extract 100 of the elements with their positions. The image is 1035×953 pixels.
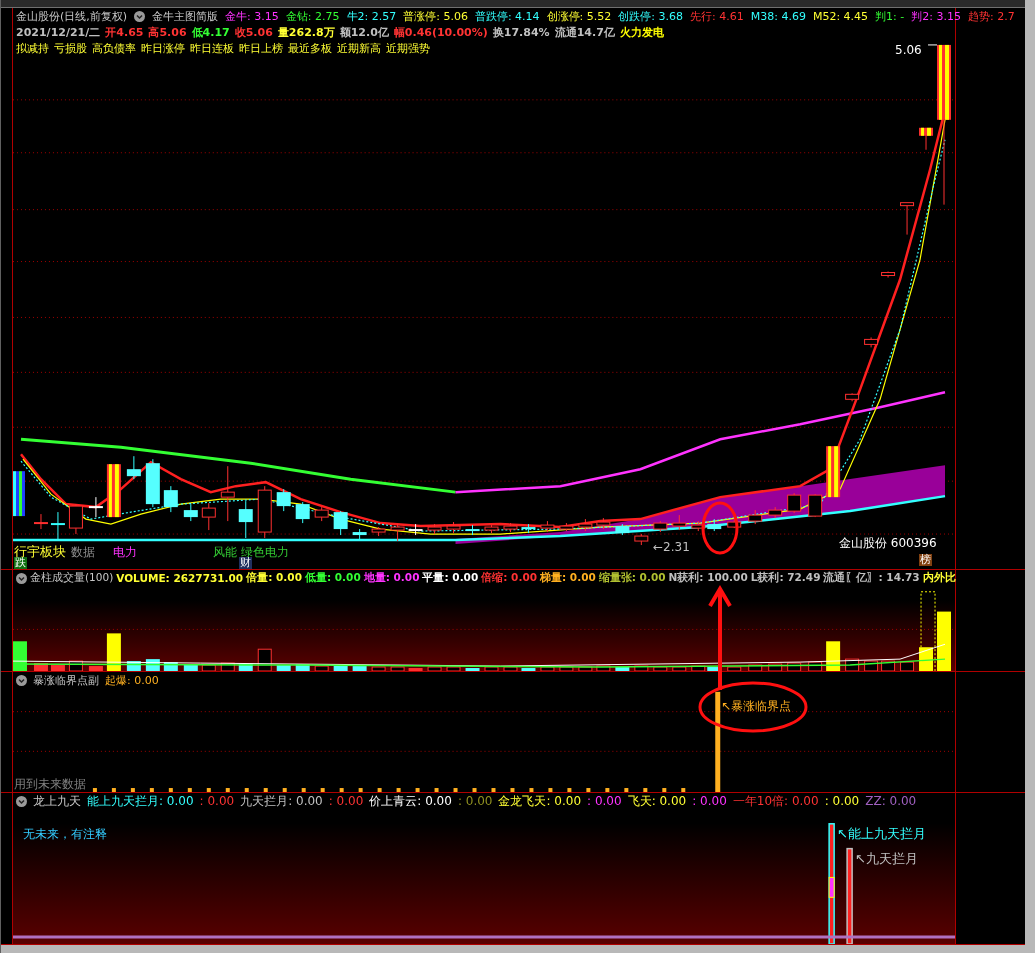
candle bbox=[201, 502, 216, 531]
indicator-value: 倍量: 0.00 bbox=[246, 571, 302, 585]
candle bbox=[653, 520, 668, 533]
volume-bar bbox=[408, 668, 423, 671]
leader-line bbox=[927, 44, 938, 46]
stock-tag: 拟减持 bbox=[16, 40, 49, 56]
indicator-value: 幅0.46(10.00%) bbox=[393, 24, 488, 40]
bar-label: ↖能上九天拦月 bbox=[837, 825, 926, 843]
indicator-value: 换17.84% bbox=[492, 24, 550, 40]
stock-tag: 昨日上榜 bbox=[239, 40, 283, 56]
indicator-value: 火力发电 bbox=[619, 24, 664, 40]
dropdown-icon[interactable] bbox=[16, 674, 27, 686]
candle bbox=[257, 485, 272, 539]
volume-bar bbox=[352, 666, 367, 671]
indicator-value: 飞天: 0.00 bbox=[627, 792, 687, 810]
candle bbox=[768, 506, 783, 519]
indicator-value: 梯量: 0.00 bbox=[540, 571, 596, 585]
candle bbox=[163, 485, 178, 513]
candle bbox=[748, 509, 763, 525]
indicator-value: 一年10倍: 0.00 bbox=[732, 792, 819, 810]
candle bbox=[126, 455, 141, 480]
volume-bar bbox=[521, 668, 536, 671]
indicator-value: : 0.00 bbox=[692, 794, 727, 808]
indicator-value: 高5.06 bbox=[148, 24, 187, 40]
volume-bar bbox=[34, 663, 48, 671]
indicator-value: : 0.00 bbox=[587, 794, 622, 808]
candle bbox=[919, 127, 933, 151]
indicator-value: 趋势: 2.7 bbox=[967, 8, 1015, 24]
stock-tag: 昨日连板 bbox=[190, 40, 234, 56]
indicator-value: 九天拦月: 0.00 bbox=[240, 792, 323, 810]
indicator-value: 牛2: 2.57 bbox=[346, 8, 397, 24]
candle bbox=[787, 492, 802, 514]
candle bbox=[333, 510, 348, 536]
candle bbox=[881, 271, 896, 278]
indicator-value: 金龙飞天: 0.00 bbox=[498, 792, 582, 810]
indicator-value: 判1: - bbox=[875, 8, 905, 24]
candle bbox=[596, 517, 611, 530]
sector-label: 电力 bbox=[113, 544, 137, 561]
volume-bar bbox=[238, 664, 253, 671]
candle bbox=[407, 523, 424, 536]
indicator-value: 收5.06 bbox=[234, 24, 273, 40]
volume-bar bbox=[615, 667, 630, 671]
indicator-value: 开4.65 bbox=[105, 24, 144, 40]
indicator-value: 价上青云: 0.00 bbox=[369, 792, 452, 810]
indicator-value: 缩量张: 0.00 bbox=[598, 571, 666, 585]
stock-tag: 近期新高 bbox=[337, 40, 381, 56]
indicator-name: 金牛主图简版 bbox=[152, 8, 219, 24]
stock-tag: 亏损股 bbox=[54, 40, 87, 56]
panel-title: 龙上九天 bbox=[33, 792, 81, 810]
low-price-label: ←2.31 bbox=[653, 540, 690, 554]
volume-bar bbox=[465, 668, 480, 671]
volume-bar bbox=[276, 665, 291, 671]
indicator-value: 创跌停: 3.68 bbox=[618, 8, 683, 24]
panel-title: 金柱成交量(100) bbox=[30, 571, 114, 585]
candle bbox=[446, 521, 461, 534]
highlight-ellipse bbox=[701, 501, 739, 555]
indicator-value: N获利: 100.00 bbox=[668, 571, 748, 585]
candle bbox=[540, 520, 555, 533]
indicator-value: 平量: 0.00 bbox=[422, 571, 479, 585]
candle bbox=[145, 458, 160, 508]
indicator-value: 金牛: 3.15 bbox=[225, 8, 279, 24]
candle bbox=[13, 471, 25, 517]
indicator-value: 能上九天拦月: 0.00 bbox=[87, 792, 194, 810]
candle bbox=[238, 500, 253, 539]
volume-bar bbox=[50, 665, 65, 671]
candle bbox=[634, 533, 649, 546]
indicator-value: 量262.8万 bbox=[277, 24, 335, 40]
warning-note: 用到未来数据 bbox=[14, 776, 86, 793]
indicator-value: 普涨停: 5.06 bbox=[403, 8, 468, 24]
volume-bar bbox=[106, 633, 121, 671]
candle bbox=[707, 518, 722, 532]
indicator-value: 地量: 0.00 bbox=[363, 571, 420, 585]
dropdown-icon[interactable] bbox=[134, 10, 146, 22]
candle bbox=[371, 526, 386, 537]
indicator-value: M38: 4.69 bbox=[750, 9, 806, 23]
candle bbox=[845, 392, 860, 402]
candle bbox=[559, 522, 574, 532]
bar-label: ↖九天拦月 bbox=[855, 850, 918, 868]
indicator-value: 普跌停: 4.14 bbox=[474, 8, 540, 24]
candle bbox=[390, 523, 405, 542]
indicator-value: : 0.00 bbox=[199, 794, 235, 808]
indicator-value: L获利: 72.49 bbox=[750, 571, 821, 585]
indicator-value: ZZ: 0.00 bbox=[865, 794, 917, 808]
signal-label: ↖暴涨临界点 bbox=[721, 698, 792, 715]
volume-bar bbox=[295, 664, 310, 671]
candle bbox=[427, 523, 442, 535]
panel-note: 无未来，有注释 bbox=[23, 826, 107, 843]
volume-bar bbox=[937, 611, 951, 671]
stock-tag: 昨日涨停 bbox=[141, 40, 185, 56]
candle bbox=[900, 202, 915, 236]
indicator-value: 低量: 0.00 bbox=[304, 571, 361, 585]
stock-tag: 近期强势 bbox=[386, 40, 430, 56]
indicator-value: : 0.00 bbox=[824, 794, 860, 808]
volume-bar bbox=[163, 662, 178, 671]
candle bbox=[465, 524, 480, 536]
indicator-value: 流通14.7亿 bbox=[554, 24, 615, 40]
candle bbox=[503, 522, 518, 533]
dropdown-icon[interactable] bbox=[16, 572, 27, 584]
list-badge: 榜 bbox=[919, 554, 932, 566]
dropdown-icon[interactable] bbox=[16, 795, 27, 807]
